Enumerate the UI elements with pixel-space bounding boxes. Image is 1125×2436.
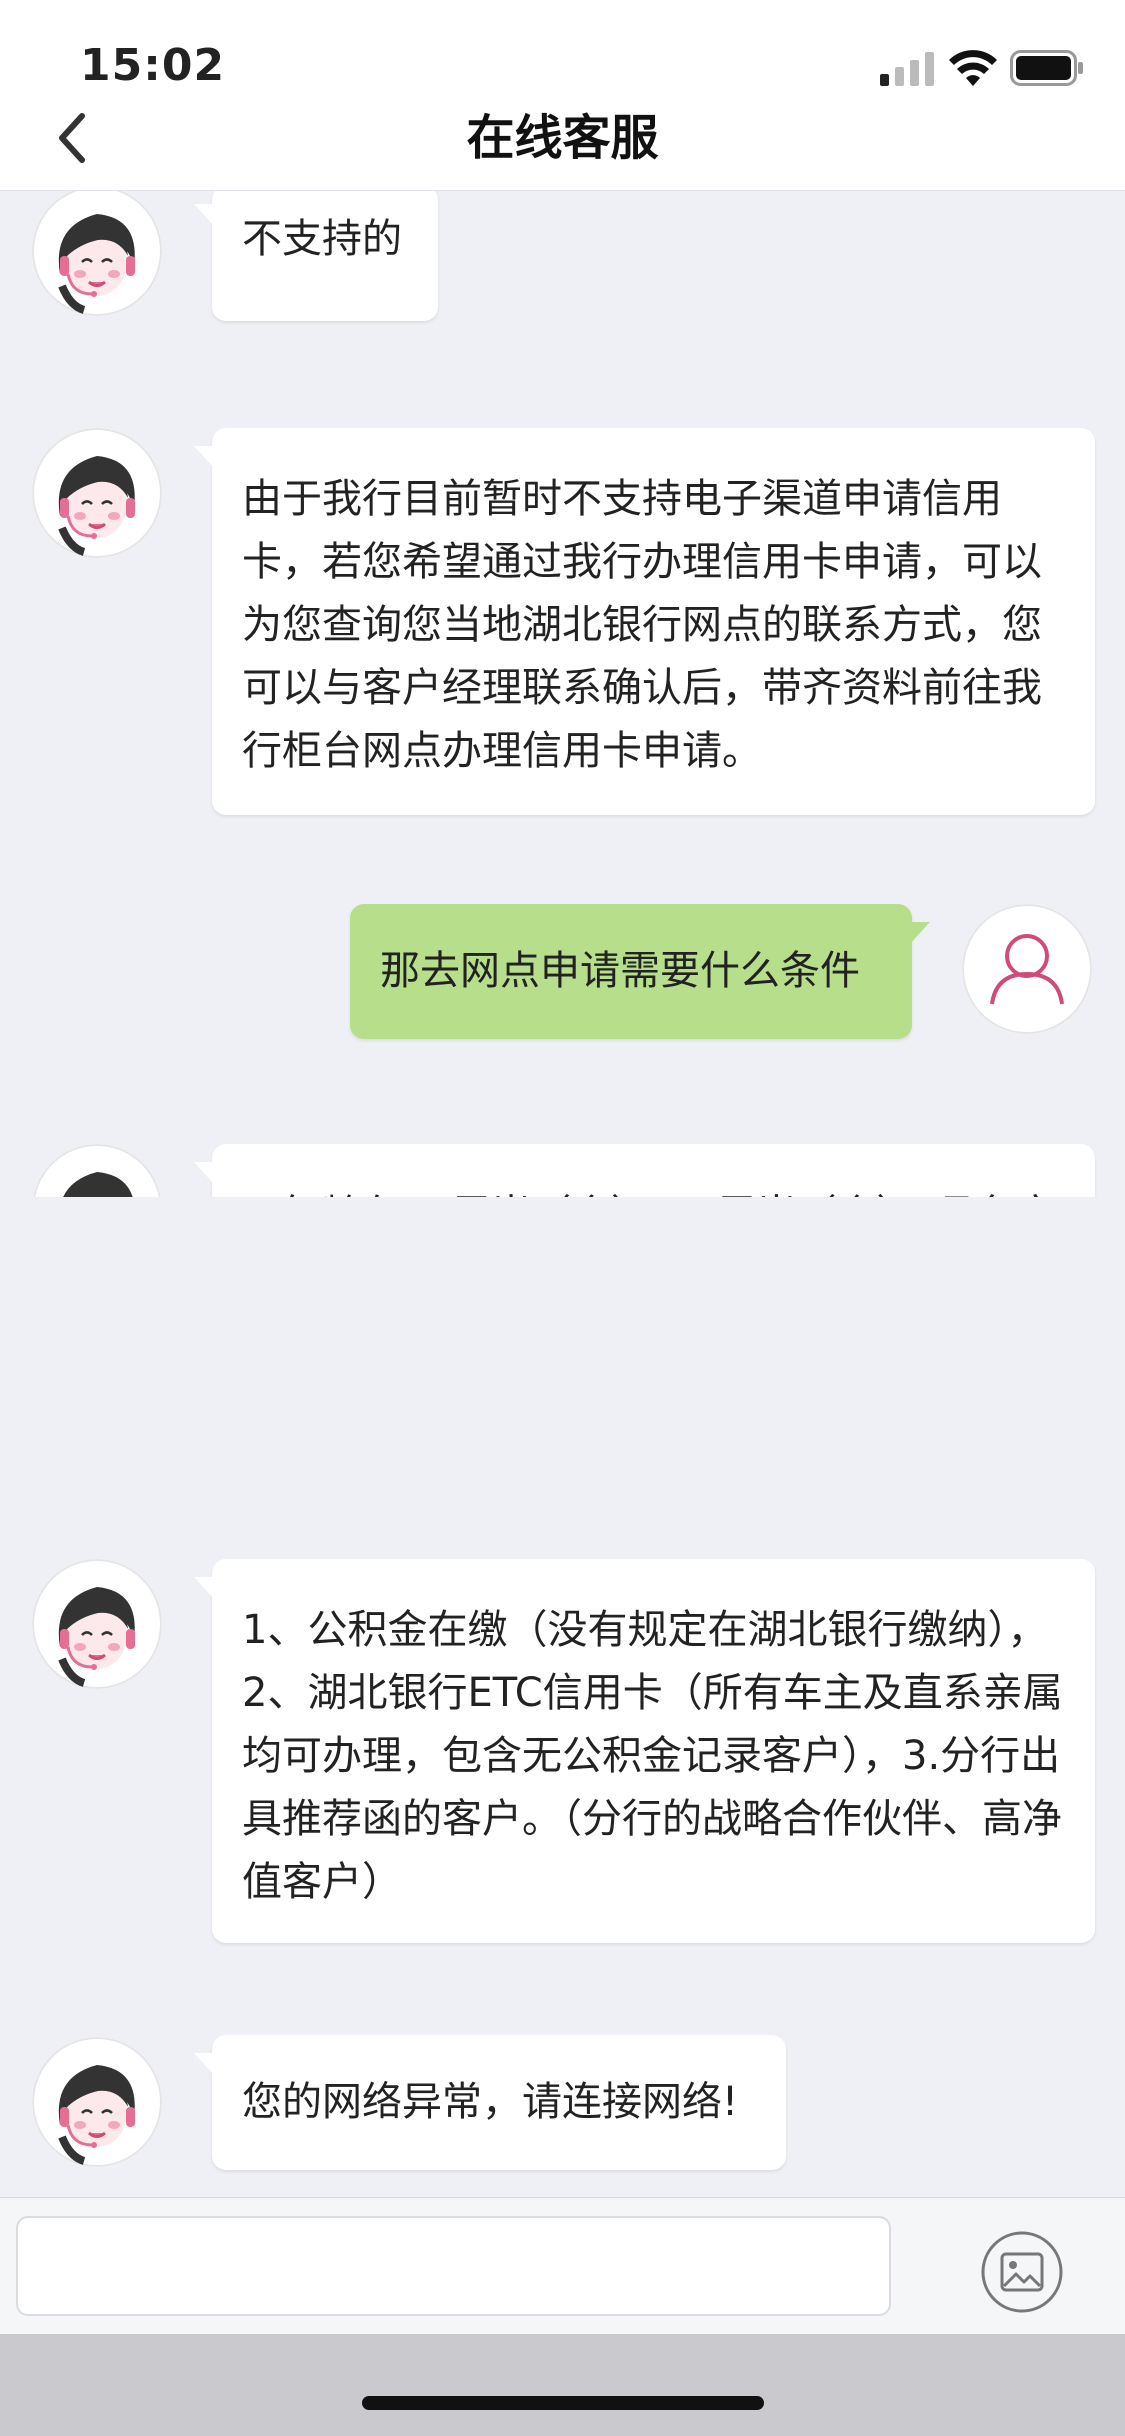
wifi-icon [949,50,997,86]
agent-avatar-icon [33,1144,161,1197]
agent-message: 由于我行目前暂时不支持电子渠道申请信用卡，若您希望通过我行办理信用卡申请，可以为… [194,428,1095,815]
agent-message: 1、公积金在缴（没有规定在湖北银行缴纳），2、湖北银行ETC信用卡（所有车主及直… [194,1559,1095,1943]
user-message: 那去网点申请需要什么条件 [350,904,930,1039]
battery-icon [1010,50,1083,86]
agent-message: 1.年龄在18周岁（含）-65周岁（含），具备完全民事行为能力的自然人；2.无不… [194,1144,1095,1197]
agent-avatar [32,1559,162,1689]
message-input[interactable] [16,2216,891,2316]
agent-avatar-icon [32,2037,162,2167]
agent-avatar [32,191,162,316]
agent-message: 您的网络异常，请连接网络! [194,2035,786,2170]
signal-icon [880,52,934,86]
home-indicator-area [0,2334,1125,2436]
status-time: 15:02 [80,40,226,91]
agent-avatar-icon [32,428,162,558]
image-icon[interactable] [980,2230,1064,2314]
agent-avatar-icon [32,1559,162,1689]
user-icon [962,904,1092,1034]
user-avatar [962,904,1092,1034]
navigation-bar: 在线客服 [0,90,1125,191]
home-indicator[interactable] [362,2396,764,2410]
chat-messages-continued: 1、公积金在缴（没有规定在湖北银行缴纳），2、湖北银行ETC信用卡（所有车主及直… [0,1197,1125,2197]
agent-avatar [32,2037,162,2167]
agent-avatar [32,428,162,558]
agent-message: 不支持的 [194,191,438,321]
chat-messages[interactable]: 不支持的 由于我行目前暂时不支持电子渠道申请信用卡，若您希望通过我行办理信用卡申… [0,191,1125,1197]
page-title: 在线客服 [466,110,659,166]
agent-avatar [32,1144,162,1197]
composer-bar [0,2197,1125,2335]
agent-avatar-icon [32,191,162,316]
